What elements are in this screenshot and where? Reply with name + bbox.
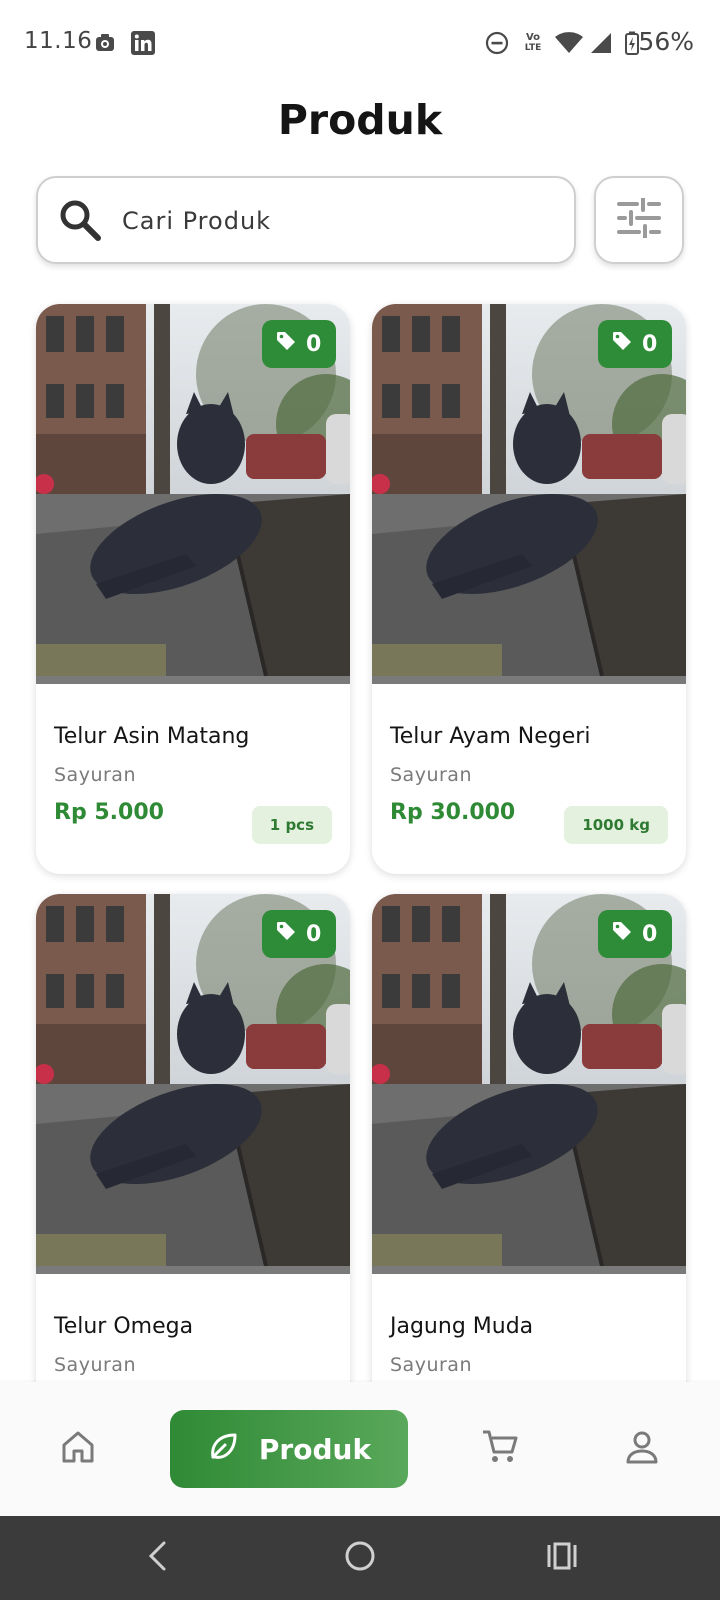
image-divider [372, 676, 686, 684]
nav-profile[interactable] [604, 1410, 680, 1488]
product-price: Rp 5.000 [54, 800, 164, 825]
product-name: Telur Omega [54, 1314, 194, 1339]
page-title: Produk [277, 96, 443, 144]
product-price: Rp 30.000 [390, 800, 516, 825]
tag-icon [276, 921, 296, 947]
status-time: 11.16 [24, 28, 93, 54]
cart-icon [481, 1428, 519, 1470]
tag-icon [612, 921, 632, 947]
stock-badge: 1000 kg [564, 806, 668, 844]
recents-icon [546, 1542, 578, 1574]
dnd-icon [484, 30, 510, 56]
signal-icon [588, 30, 614, 56]
tag-count: 0 [642, 331, 658, 357]
product-category: Sayuran [390, 764, 472, 786]
search-box[interactable] [36, 176, 576, 264]
product-name: Jagung Muda [390, 1314, 534, 1339]
product-name: Telur Asin Matang [54, 724, 250, 749]
nav-products[interactable]: Produk [170, 1410, 408, 1488]
image-divider [372, 1266, 686, 1274]
tag-count-badge: 0 [598, 910, 672, 958]
product-name: Telur Ayam Negeri [390, 724, 591, 749]
tag-icon [276, 331, 296, 357]
battery-percent: 56% [638, 27, 694, 56]
nav-home[interactable] [40, 1410, 116, 1488]
product-card[interactable]: 0 Telur Asin Matang Sayuran Rp 5.000 1 p… [36, 304, 350, 874]
product-card[interactable]: 0 Jagung Muda Sayuran [372, 894, 686, 1382]
recents-button[interactable] [532, 1532, 592, 1584]
product-category: Sayuran [54, 764, 136, 786]
home-icon [60, 1429, 96, 1469]
linkedin-icon [130, 30, 156, 56]
product-card[interactable]: 0 Telur Ayam Negeri Sayuran Rp 30.000 10… [372, 304, 686, 874]
wifi-icon [554, 30, 584, 56]
filter-button[interactable] [594, 176, 684, 264]
image-divider [36, 676, 350, 684]
tag-count-badge: 0 [598, 320, 672, 368]
home-circle-icon [344, 1540, 376, 1576]
tag-count: 0 [642, 921, 658, 947]
tag-count-badge: 0 [262, 320, 336, 368]
tag-icon [612, 331, 632, 357]
tag-count: 0 [306, 331, 322, 357]
back-icon [146, 1541, 170, 1575]
back-button[interactable] [128, 1532, 188, 1584]
bottom-nav: Produk [0, 1382, 720, 1516]
product-card[interactable]: 0 Telur Omega Sayuran [36, 894, 350, 1382]
product-category: Sayuran [390, 1354, 472, 1376]
profile-icon [625, 1430, 659, 1468]
volte-bottom-text: LTE [524, 43, 542, 53]
product-category: Sayuran [54, 1354, 136, 1376]
camera-app-icon [94, 30, 116, 56]
search-icon [56, 196, 104, 244]
volte-top-text: Vo [525, 32, 541, 43]
nav-cart[interactable] [462, 1410, 538, 1488]
image-divider [36, 1266, 350, 1274]
leaf-icon [207, 1431, 239, 1467]
nav-products-label: Produk [258, 1432, 372, 1466]
home-system-button[interactable] [330, 1532, 390, 1584]
product-grid[interactable]: 0 Telur Asin Matang Sayuran Rp 5.000 1 p… [0, 290, 720, 1382]
system-nav-bar [0, 1516, 720, 1600]
stock-badge: 1 pcs [251, 806, 332, 844]
sliders-icon [617, 196, 661, 242]
status-bar: 11.16 Vo LTE 56% [0, 0, 720, 86]
tag-count: 0 [306, 921, 322, 947]
tag-count-badge: 0 [262, 910, 336, 958]
volte-icon: Vo LTE [520, 30, 546, 56]
search-input[interactable] [122, 194, 552, 248]
